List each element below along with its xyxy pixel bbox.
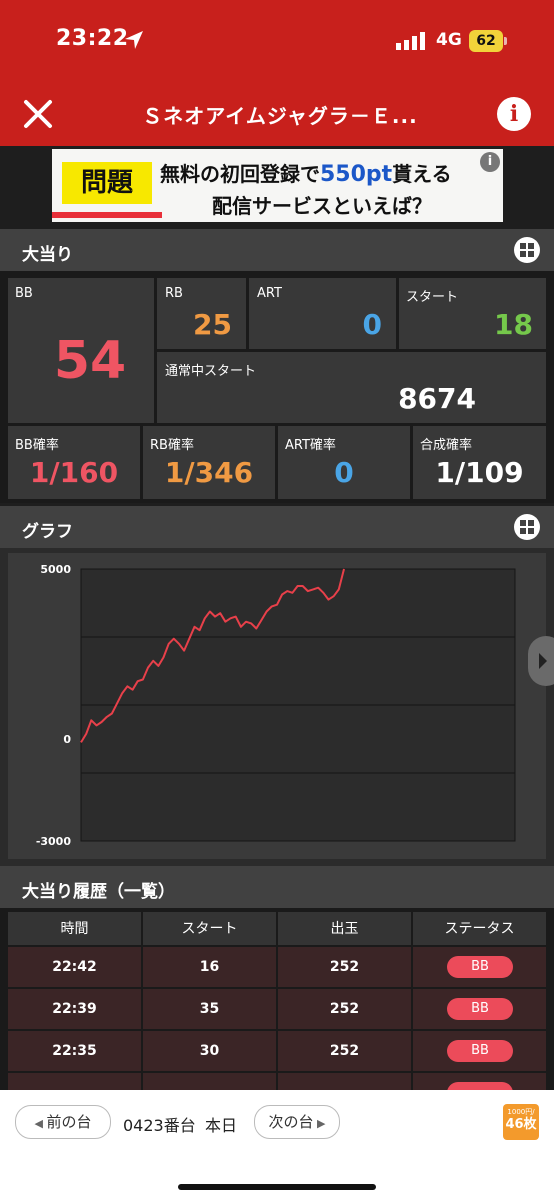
battery-icon: 62	[469, 30, 503, 52]
y-tick-label: -3000	[36, 835, 72, 848]
table-cell-payout: 252	[278, 947, 411, 987]
start-value: 18	[494, 308, 533, 341]
graph-section-header	[0, 506, 554, 548]
bb-label: BB	[15, 286, 33, 301]
art-rate-label: ART確率	[285, 438, 336, 453]
table-cell-payout: 252	[278, 1031, 411, 1071]
table-row-partial	[278, 1073, 411, 1090]
grid-icon[interactable]	[514, 237, 540, 263]
table-row-partial	[143, 1073, 276, 1090]
ad-tag: 問題	[62, 162, 152, 204]
status-time: 23:22	[56, 26, 129, 51]
page-title: Ｓネオアイムジャグラ－Ｅ...	[142, 104, 418, 128]
ad-accent-line	[52, 212, 162, 218]
table-cell-payout: 252	[278, 989, 411, 1029]
col-header-payout: 出玉	[278, 912, 411, 945]
bb-rate-value: 1/160	[29, 456, 119, 489]
bb-rate-label: BB確率	[15, 438, 59, 453]
prev-machine-button[interactable]: ◀ 前の台	[15, 1105, 111, 1139]
jackpot-section-label: 大当り	[22, 245, 73, 265]
battery-tip	[504, 37, 507, 45]
machine-number: 0423番台	[123, 1116, 196, 1135]
history-table: 時間 スタート 出玉 ステータス 22:42 16 252 BB 22:39 3…	[8, 912, 546, 1090]
rb-rate-value: 1/346	[164, 456, 254, 489]
y-tick-label: 0	[63, 733, 71, 746]
network-type: 4G	[436, 30, 462, 50]
table-cell-status: BB	[413, 989, 546, 1029]
table-cell-start: 16	[143, 947, 276, 987]
ad-text-line2: 配信サービスといえば？	[212, 194, 432, 218]
home-indicator	[178, 1184, 376, 1190]
art-value: 0	[362, 308, 382, 341]
col-header-status: ステータス	[413, 912, 546, 945]
rb-value: 25	[193, 308, 232, 341]
ad-text-line1: 無料の初回登録で550pt貰える	[160, 162, 452, 187]
art-label: ART	[257, 286, 282, 301]
day-label: 本日	[205, 1116, 238, 1135]
rb-label: RB	[165, 286, 183, 301]
rate-badge[interactable]: 1000円/ 46枚	[503, 1104, 539, 1140]
close-icon[interactable]	[22, 98, 54, 130]
jackpot-section-header	[0, 229, 554, 271]
table-cell-start: 35	[143, 989, 276, 1029]
status-badge[interactable]: BB	[447, 1040, 513, 1062]
art-rate-value: 0	[334, 456, 354, 489]
status-badge[interactable]: BB	[447, 998, 513, 1020]
col-header-time: 時間	[8, 912, 141, 945]
normal-start-value: 8674	[398, 382, 476, 415]
location-arrow-icon	[125, 31, 143, 49]
status-badge[interactable]: BB	[447, 956, 513, 978]
graph-section-label: グラフ	[22, 522, 73, 542]
ad-info-icon[interactable]: i	[480, 152, 500, 172]
table-cell-time: 22:42	[8, 947, 141, 987]
bb-value: 54	[53, 331, 127, 391]
chevron-right-icon	[539, 653, 547, 669]
next-machine-button[interactable]: 次の台 ▶	[254, 1105, 340, 1139]
table-cell-time: 22:39	[8, 989, 141, 1029]
chevron-left-icon: ◀	[34, 1117, 47, 1130]
grid-icon[interactable]	[514, 514, 540, 540]
profit-chart: 5000 0 -3000	[36, 563, 516, 848]
table-row-partial	[413, 1073, 546, 1090]
y-tick-label: 5000	[40, 563, 71, 576]
table-row-partial	[8, 1073, 141, 1090]
combined-rate-label: 合成確率	[420, 438, 473, 453]
combined-rate-value: 1/109	[435, 456, 524, 489]
chevron-right-icon: ▶	[313, 1117, 326, 1130]
start-label: スタート	[406, 290, 459, 305]
signal-icon	[396, 32, 425, 50]
col-header-start: スタート	[143, 912, 276, 945]
info-icon[interactable]: i	[497, 97, 531, 131]
table-cell-status: BB	[413, 947, 546, 987]
table-cell-status: BB	[413, 1031, 546, 1071]
ad-highlight: 550pt	[320, 162, 393, 187]
table-cell-start: 30	[143, 1031, 276, 1071]
rb-rate-label: RB確率	[150, 438, 194, 453]
normal-start-label: 通常中スタート	[165, 364, 257, 379]
history-section-label: 大当り履歴（一覧）	[22, 882, 175, 902]
table-cell-time: 22:35	[8, 1031, 141, 1071]
status-badge[interactable]	[447, 1082, 513, 1090]
